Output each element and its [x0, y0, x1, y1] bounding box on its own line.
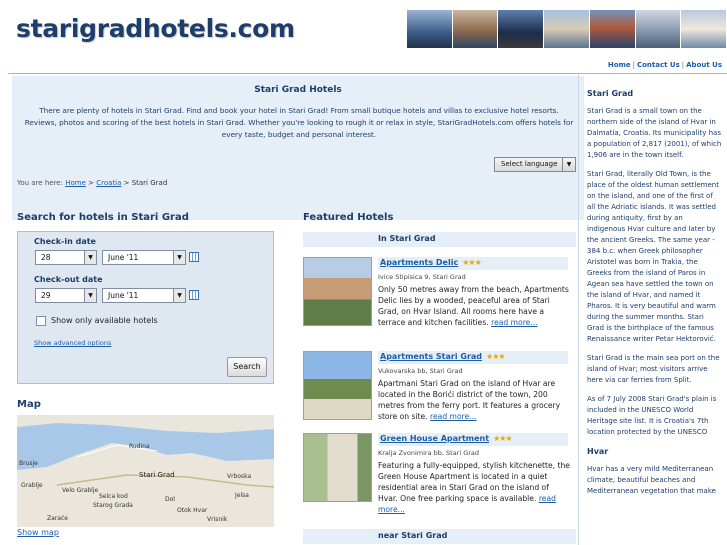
read-more-link[interactable]: read more...: [430, 412, 476, 421]
hotel-address: Kralja Zvonimira bb, Stari Grad: [378, 449, 480, 457]
sidebar-paragraph: Stari Grad is the main sea port on the i…: [587, 354, 720, 384]
map-label: Zaraće: [47, 515, 68, 522]
site-header: starigradhotels.com Home | Contact Us | Abou…: [0, 0, 727, 69]
sidebar-paragraph: Stari Grad, literally Old Town, is the p…: [587, 170, 719, 343]
chevron-down-icon: ▼: [173, 251, 185, 264]
chevron-down-icon: ▼: [84, 289, 96, 302]
header-divider: [8, 73, 727, 74]
featured-title: Featured Hotels: [303, 212, 394, 223]
star-rating-icon: ★★★: [493, 434, 512, 443]
checkin-label: Check-in date: [34, 237, 96, 246]
hotel-header: Apartments Stari Grad ★★★: [378, 351, 568, 364]
search-button[interactable]: Search: [227, 357, 267, 377]
hotel-header: Green House Apartment ★★★: [378, 433, 568, 446]
checkout-month-select[interactable]: June '11 ▼: [102, 288, 186, 303]
map-label: Brusje: [19, 460, 38, 467]
intro-text: There are plenty of hotels in Stari Grad…: [24, 106, 574, 139]
in-stari-grad-header: In Stari Grad: [303, 232, 576, 247]
site-logo[interactable]: starigradhotels.com: [16, 14, 295, 43]
map-widget[interactable]: Rudina Brusje Stari Grad Vrboska Grablje…: [17, 415, 274, 527]
hotel-photo[interactable]: [303, 257, 372, 326]
language-select-label: Select language: [501, 160, 558, 168]
advanced-options-link[interactable]: Show advanced options: [34, 339, 111, 347]
hotel-address: Vukovarska bb, Stari Grad: [378, 367, 463, 375]
map-label: Selca kod: [99, 493, 128, 500]
checkin-day-select[interactable]: 28 ▼: [35, 250, 97, 265]
calendar-icon[interactable]: [189, 290, 199, 300]
nav-home-link[interactable]: Home: [608, 61, 631, 69]
map-label: Starog Grada: [93, 502, 133, 509]
calendar-icon[interactable]: [189, 252, 199, 262]
intro-box: Stari Grad Hotels There are plenty of ho…: [12, 76, 584, 220]
available-only-label: Show only available hotels: [51, 316, 158, 325]
read-more-link[interactable]: read more...: [491, 318, 537, 327]
header-photo: [498, 10, 545, 48]
hotel-name-link[interactable]: Green House Apartment: [380, 434, 489, 443]
sidebar-heading: Hvar: [587, 447, 609, 456]
show-map-link[interactable]: Show map: [17, 528, 59, 537]
page-title: Stari Grad Hotels: [254, 85, 342, 95]
map-label: Grablje: [21, 482, 43, 489]
sidebar-heading: Stari Grad: [587, 89, 634, 98]
hotel-description-text: Only 50 metres away from the beach, Apar…: [378, 285, 569, 327]
checkin-day-value: 28: [41, 253, 51, 262]
chevron-down-icon: ▼: [562, 158, 575, 171]
near-stari-grad-header: near Stari Grad: [303, 529, 576, 544]
breadcrumb: You are here: Home > Croatia > Stari Gra…: [17, 179, 168, 187]
checkout-label: Check-out date: [34, 275, 103, 284]
sidebar-paragraph: Stari Grad is a small town on the northe…: [587, 107, 722, 159]
sidebar-paragraph: As of 7 July 2008 Stari Grad's plain is …: [587, 395, 717, 436]
map-label: Vrisnik: [207, 516, 228, 523]
header-photo: [589, 10, 636, 48]
search-title: Search for hotels in Stari Grad: [17, 212, 189, 223]
nav-about-link[interactable]: About Us: [686, 61, 722, 69]
header-photo: [635, 10, 682, 48]
sidebar-divider: [578, 74, 579, 545]
checkout-day-value: 29: [41, 291, 51, 300]
sidebar: Stari Grad Stari Grad is a small town on…: [587, 88, 723, 505]
nav-contact-link[interactable]: Contact Us: [637, 61, 680, 69]
top-nav: Home | Contact Us | About Us: [608, 61, 722, 69]
header-photo: [452, 10, 499, 48]
language-select[interactable]: Select language ▼: [494, 157, 576, 172]
checkin-month-value: June '11: [108, 253, 139, 262]
breadcrumb-croatia-link[interactable]: Croatia: [96, 179, 121, 187]
hotel-photo[interactable]: [303, 433, 372, 502]
star-rating-icon: ★★★: [486, 352, 505, 361]
map-label: Stari Grad: [139, 471, 175, 479]
hotel-photo[interactable]: [303, 351, 372, 420]
breadcrumb-current: Stari Grad: [131, 179, 168, 187]
chevron-down-icon: ▼: [173, 289, 185, 302]
search-form: Check-in date 28 ▼ June '11 ▼ Check-out …: [17, 231, 274, 384]
map-graphic: Rudina Brusje Stari Grad Vrboska Grablje…: [17, 415, 274, 527]
breadcrumb-home-link[interactable]: Home: [65, 179, 86, 187]
header-photo-strip: [407, 10, 727, 48]
map-label: Rudina: [129, 443, 150, 450]
map-label: Velo Grablje: [62, 487, 99, 494]
map-title: Map: [17, 399, 41, 410]
breadcrumb-label: You are here:: [17, 179, 63, 187]
map-label: Otok Hvar: [177, 507, 208, 514]
checkin-month-select[interactable]: June '11 ▼: [102, 250, 186, 265]
star-rating-icon: ★★★: [462, 258, 481, 267]
map-label: Dol: [165, 496, 175, 503]
sidebar-paragraph: Hvar has a very mild Mediterranean clima…: [587, 465, 716, 495]
hotel-description: Apartmani Stari Grad on the island of Hv…: [378, 378, 570, 422]
header-photo: [681, 10, 727, 48]
hotel-name-link[interactable]: Apartments Delic: [380, 258, 458, 267]
checkout-month-value: June '11: [108, 291, 139, 300]
hotel-address: Ivice Stipisica 9, Stari Grad: [378, 273, 466, 281]
header-photo: [544, 10, 590, 48]
map-label: Jelsa: [234, 492, 249, 499]
chevron-down-icon: ▼: [84, 251, 96, 264]
available-only-checkbox[interactable]: [36, 316, 46, 326]
hotel-description: Featuring a fully-equipped, stylish kitc…: [378, 460, 570, 515]
hotel-header: Apartments Delic ★★★: [378, 257, 568, 270]
checkout-day-select[interactable]: 29 ▼: [35, 288, 97, 303]
hotel-name-link[interactable]: Apartments Stari Grad: [380, 352, 482, 361]
map-label: Vrboska: [227, 473, 252, 480]
header-photo: [407, 10, 453, 48]
hotel-description: Only 50 metres away from the beach, Apar…: [378, 284, 570, 328]
